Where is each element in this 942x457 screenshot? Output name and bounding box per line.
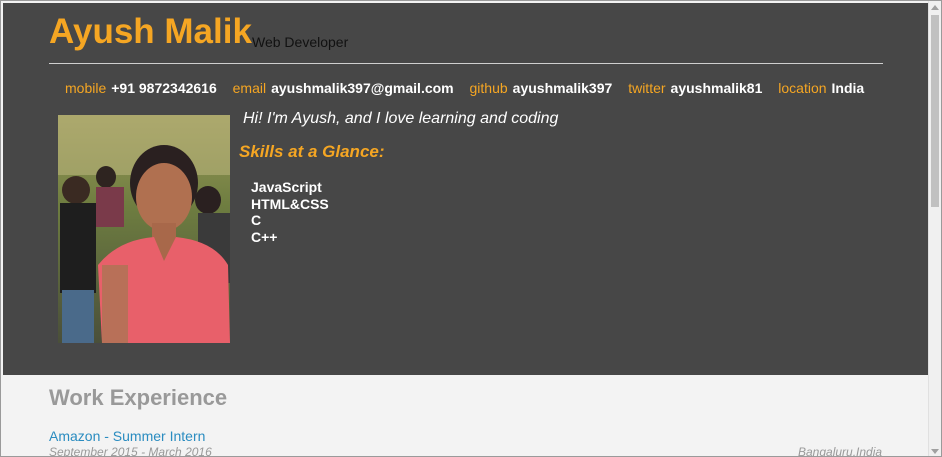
job-dates: September 2015 - March 2016 <box>49 445 212 457</box>
browser-viewport: Ayush Malik Web Developer mobile +91 9872… <box>0 0 942 457</box>
header-section: Ayush Malik Web Developer mobile +91 9872… <box>3 3 929 375</box>
contact-value-twitter[interactable]: ayushmalik81 <box>671 80 763 96</box>
intro-text: Hi! I'm Ayush, and I love learning and c… <box>243 110 559 127</box>
skill-item: C <box>251 212 262 228</box>
profile-photo <box>58 115 230 343</box>
contact-label-twitter: twitter <box>628 80 666 96</box>
role-subtitle: Web Developer <box>252 34 349 50</box>
job-location: Bangaluru,India <box>798 445 883 457</box>
skill-item: HTML&CSS <box>251 195 329 212</box>
scroll-up-arrow-icon[interactable] <box>931 5 939 10</box>
name-heading: Ayush Malik <box>49 12 252 51</box>
contact-label-location: location <box>778 80 827 96</box>
contact-value-github[interactable]: ayushmalik397 <box>513 80 613 96</box>
skill-item: C++ <box>251 228 278 245</box>
contact-label-mobile: mobile <box>65 80 107 96</box>
skill-item: JavaScript <box>251 179 322 195</box>
contact-value-location: India <box>831 80 865 96</box>
skills-list: JavaScript HTML&CSS C C++ <box>251 179 329 245</box>
contact-value-mobile[interactable]: +91 9872342616 <box>111 80 217 96</box>
scroll-down-arrow-icon[interactable] <box>931 449 939 454</box>
header-divider <box>49 63 883 64</box>
contact-label-github: github <box>469 80 508 96</box>
contact-label-email: email <box>232 80 267 96</box>
job-title-link[interactable]: Amazon - Summer Intern <box>49 428 205 444</box>
vertical-scrollbar[interactable] <box>928 1 941 456</box>
contacts-bar: mobile +91 9872342616 email ayushmalik397@… <box>65 80 876 96</box>
skills-heading: Skills at a Glance: <box>239 142 385 161</box>
work-experience-heading: Work Experience <box>49 385 228 410</box>
scrollbar-thumb[interactable] <box>931 15 939 207</box>
contact-value-email[interactable]: ayushmalik397@gmail.com <box>271 80 454 96</box>
profile-photo-image <box>58 115 230 343</box>
